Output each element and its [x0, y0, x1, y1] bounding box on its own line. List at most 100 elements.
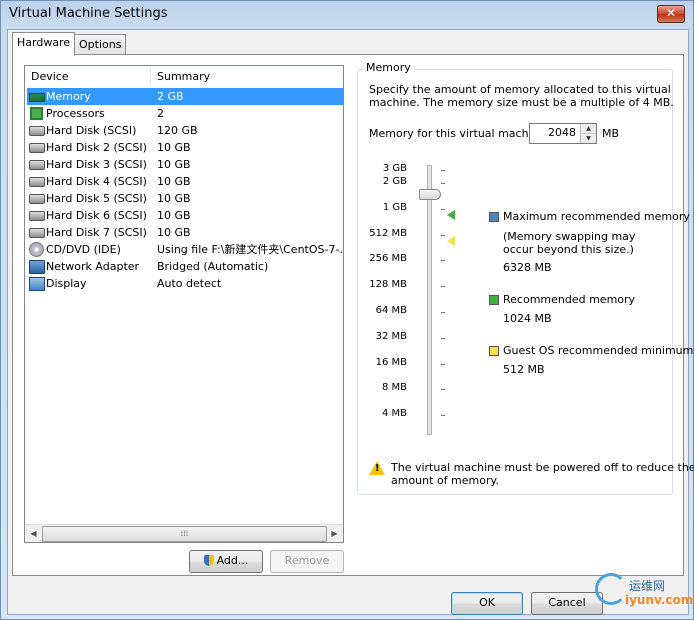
- hard-disk-icon: [29, 228, 45, 238]
- display-icon: [29, 277, 45, 291]
- watermark-logo: 运维网 iyunv.com: [595, 571, 694, 619]
- hard-disk-icon: [29, 126, 45, 136]
- title-bar[interactable]: Virtual Machine Settings ✕: [1, 1, 693, 29]
- watermark-line2: iyunv.com: [625, 593, 694, 607]
- hard-disk-icon: [29, 211, 45, 221]
- device-summary: Using file F:\新建文件夹\CentOS-7-...: [157, 243, 343, 256]
- memory-value[interactable]: 2048: [548, 126, 576, 139]
- memory-slider-thumb[interactable]: [419, 189, 441, 200]
- tab-options[interactable]: Options: [74, 34, 127, 55]
- memory-slider-track[interactable]: [427, 165, 432, 435]
- slider-tick-mark: [441, 338, 445, 339]
- slider-tick-label: 256 MB: [369, 253, 407, 264]
- column-divider[interactable]: [150, 66, 151, 86]
- slider-tick-label: 3 GB: [382, 163, 407, 174]
- max-legend-title: Maximum recommended memory: [503, 210, 690, 223]
- device-name: Hard Disk (SCSI): [46, 124, 137, 137]
- memory-icon: [29, 93, 45, 102]
- memory-group-title: Memory: [363, 61, 414, 74]
- device-row[interactable]: Hard Disk (SCSI) 120 GB: [27, 122, 343, 139]
- scroll-right-arrow-icon[interactable]: ▶: [326, 525, 343, 542]
- window-title: Virtual Machine Settings: [9, 6, 168, 21]
- slider-tick-mark: [441, 235, 445, 236]
- device-summary: Bridged (Automatic): [157, 260, 269, 273]
- hard-disk-icon: [29, 160, 45, 170]
- ok-button[interactable]: OK: [451, 592, 523, 615]
- spin-up-icon[interactable]: ▲: [580, 124, 596, 133]
- device-summary: 10 GB: [157, 141, 191, 154]
- slider-tick-label: 16 MB: [375, 357, 407, 368]
- warning-text-line1: The virtual machine must be powered off …: [391, 461, 694, 474]
- slider-tick-mark: [441, 312, 445, 313]
- device-list-header: Device Summary: [25, 66, 343, 86]
- device-name: Hard Disk 3 (SCSI): [46, 158, 147, 171]
- guest-minimum-legend-value: 512 MB: [503, 363, 545, 376]
- scrollbar-thumb[interactable]: ⁞⁞⁞: [42, 526, 327, 542]
- device-list[interactable]: Device Summary Memory 2 GB Processors 2 Hard…: [24, 65, 344, 543]
- device-row[interactable]: Hard Disk 4 (SCSI) 10 GB: [27, 173, 343, 190]
- memory-stepper[interactable]: 2048 ▲ ▼: [529, 123, 597, 144]
- slider-tick-label: 64 MB: [375, 305, 407, 316]
- tab-hardware[interactable]: Hardware: [12, 32, 76, 56]
- slider-tick-mark: [441, 286, 445, 287]
- device-row[interactable]: Network Adapter Bridged (Automatic): [27, 258, 343, 275]
- slider-tick-mark: [441, 260, 445, 261]
- device-row[interactable]: Processors 2: [27, 105, 343, 122]
- slider-tick-label: 4 MB: [381, 408, 407, 419]
- dialog-body: Hardware Options Device Summary Memory 2 …: [7, 29, 694, 615]
- device-summary: 10 GB: [157, 192, 191, 205]
- column-header-summary[interactable]: Summary: [157, 70, 210, 83]
- device-name: Display: [46, 277, 87, 290]
- device-summary: 10 GB: [157, 175, 191, 188]
- cd-dvd-icon: [29, 242, 44, 257]
- guest-minimum-legend-title: Guest OS recommended minimum: [503, 344, 694, 357]
- spin-down-icon[interactable]: ▼: [580, 133, 596, 143]
- device-row[interactable]: Hard Disk 3 (SCSI) 10 GB: [27, 156, 343, 173]
- horizontal-scrollbar[interactable]: ◀ ⁞⁞⁞ ▶: [25, 524, 343, 542]
- slider-tick-mark: [441, 415, 445, 416]
- add-button-label: Add...: [216, 554, 249, 567]
- device-name: Processors: [46, 107, 105, 120]
- guest-minimum-marker-icon: [447, 236, 455, 246]
- device-name: Hard Disk 6 (SCSI): [46, 209, 147, 222]
- hard-disk-icon: [29, 177, 45, 187]
- device-row[interactable]: Memory 2 GB: [27, 88, 343, 105]
- guest-minimum-legend-swatch: [489, 346, 499, 356]
- warning-icon-mark: !: [375, 463, 380, 474]
- device-name: Hard Disk 2 (SCSI): [46, 141, 147, 154]
- device-row[interactable]: CD/DVD (IDE) Using file F:\新建文件夹\CentOS-7…: [27, 241, 343, 258]
- slider-tick-label: 1 GB: [382, 202, 407, 213]
- slider-tick-label: 512 MB: [369, 228, 407, 239]
- recommended-legend-swatch: [489, 295, 499, 305]
- shield-icon: [203, 555, 214, 566]
- add-button[interactable]: Add...: [189, 550, 263, 573]
- device-row[interactable]: Hard Disk 2 (SCSI) 10 GB: [27, 139, 343, 156]
- max-legend-note-line2: occur beyond this size.): [503, 243, 634, 256]
- device-name: Network Adapter: [46, 260, 140, 273]
- device-summary: Auto detect: [157, 277, 222, 290]
- slider-tick-label: 2 GB: [382, 176, 407, 187]
- slider-tick-label: 8 MB: [381, 382, 407, 393]
- device-row[interactable]: Hard Disk 6 (SCSI) 10 GB: [27, 207, 343, 224]
- hardware-panel: Device Summary Memory 2 GB Processors 2 Hard…: [12, 54, 694, 576]
- max-legend-swatch: [489, 212, 499, 222]
- device-row[interactable]: Hard Disk 7 (SCSI) 10 GB: [27, 224, 343, 241]
- slider-tick-label: 128 MB: [369, 279, 407, 290]
- device-summary: 2 GB: [157, 90, 184, 103]
- remove-button[interactable]: Remove: [270, 550, 344, 573]
- cancel-button[interactable]: Cancel: [531, 592, 603, 615]
- device-row[interactable]: Hard Disk 5 (SCSI) 10 GB: [27, 190, 343, 207]
- slider-tick-mark: [441, 183, 445, 184]
- close-button[interactable]: ✕: [657, 5, 685, 23]
- close-icon: ✕: [665, 6, 677, 20]
- warning-text-line2: amount of memory.: [391, 474, 499, 487]
- slider-tick-mark: [441, 170, 445, 171]
- memory-field-label: Memory for this virtual machine:: [369, 127, 550, 140]
- vm-settings-window: Virtual Machine Settings ✕ Hardware Opti…: [0, 0, 694, 620]
- recommended-legend-title: Recommended memory: [503, 293, 636, 306]
- network-adapter-icon: [29, 260, 45, 274]
- column-header-device[interactable]: Device: [31, 70, 69, 83]
- device-summary: 120 GB: [157, 124, 198, 137]
- scroll-left-arrow-icon[interactable]: ◀: [25, 525, 42, 542]
- device-row[interactable]: Display Auto detect: [27, 275, 343, 292]
